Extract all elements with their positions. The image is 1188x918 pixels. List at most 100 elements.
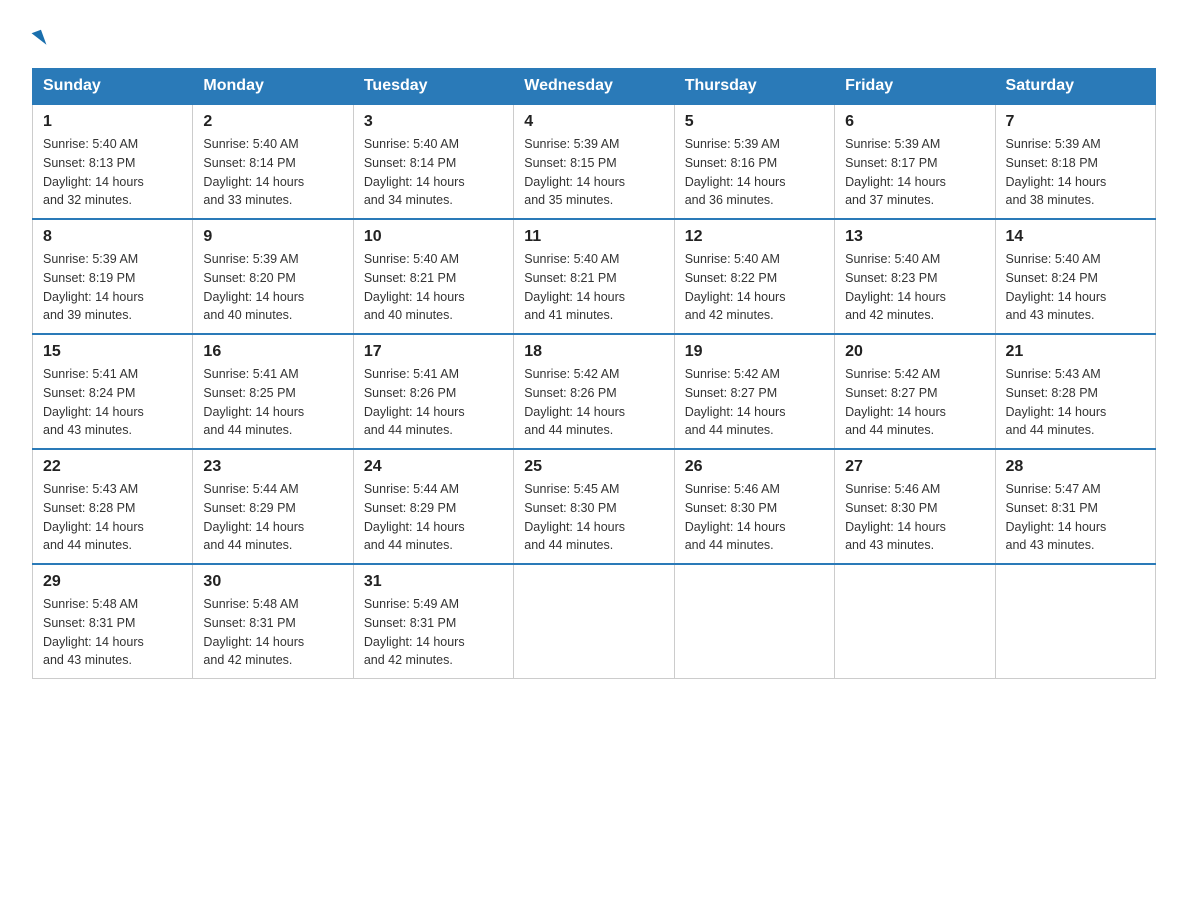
col-header-saturday: Saturday [995,69,1155,105]
calendar-cell: 17 Sunrise: 5:41 AM Sunset: 8:26 PM Dayl… [353,334,513,449]
calendar-cell [995,564,1155,679]
day-info: Sunrise: 5:39 AM Sunset: 8:15 PM Dayligh… [524,135,663,210]
day-number: 25 [524,458,663,476]
calendar-cell: 14 Sunrise: 5:40 AM Sunset: 8:24 PM Dayl… [995,219,1155,334]
calendar-cell: 9 Sunrise: 5:39 AM Sunset: 8:20 PM Dayli… [193,219,353,334]
day-info: Sunrise: 5:49 AM Sunset: 8:31 PM Dayligh… [364,595,503,670]
day-number: 22 [43,458,182,476]
calendar-cell: 5 Sunrise: 5:39 AM Sunset: 8:16 PM Dayli… [674,104,834,219]
calendar-cell: 15 Sunrise: 5:41 AM Sunset: 8:24 PM Dayl… [33,334,193,449]
calendar-cell: 23 Sunrise: 5:44 AM Sunset: 8:29 PM Dayl… [193,449,353,564]
day-info: Sunrise: 5:40 AM Sunset: 8:21 PM Dayligh… [524,250,663,325]
calendar-cell: 25 Sunrise: 5:45 AM Sunset: 8:30 PM Dayl… [514,449,674,564]
day-number: 18 [524,343,663,361]
day-number: 26 [685,458,824,476]
day-info: Sunrise: 5:42 AM Sunset: 8:27 PM Dayligh… [845,365,984,440]
calendar-table: SundayMondayTuesdayWednesdayThursdayFrid… [32,68,1156,679]
logo [32,24,44,52]
day-info: Sunrise: 5:44 AM Sunset: 8:29 PM Dayligh… [203,480,342,555]
col-header-sunday: Sunday [33,69,193,105]
week-row-1: 1 Sunrise: 5:40 AM Sunset: 8:13 PM Dayli… [33,104,1156,219]
day-info: Sunrise: 5:48 AM Sunset: 8:31 PM Dayligh… [203,595,342,670]
day-info: Sunrise: 5:41 AM Sunset: 8:25 PM Dayligh… [203,365,342,440]
calendar-cell: 18 Sunrise: 5:42 AM Sunset: 8:26 PM Dayl… [514,334,674,449]
col-header-friday: Friday [835,69,995,105]
day-number: 9 [203,228,342,246]
day-info: Sunrise: 5:39 AM Sunset: 8:17 PM Dayligh… [845,135,984,210]
day-info: Sunrise: 5:40 AM Sunset: 8:22 PM Dayligh… [685,250,824,325]
day-number: 7 [1006,113,1145,131]
week-row-4: 22 Sunrise: 5:43 AM Sunset: 8:28 PM Dayl… [33,449,1156,564]
logo-top-line [32,24,44,52]
day-info: Sunrise: 5:41 AM Sunset: 8:26 PM Dayligh… [364,365,503,440]
calendar-cell: 10 Sunrise: 5:40 AM Sunset: 8:21 PM Dayl… [353,219,513,334]
calendar-cell: 4 Sunrise: 5:39 AM Sunset: 8:15 PM Dayli… [514,104,674,219]
day-info: Sunrise: 5:47 AM Sunset: 8:31 PM Dayligh… [1006,480,1145,555]
day-number: 23 [203,458,342,476]
day-info: Sunrise: 5:45 AM Sunset: 8:30 PM Dayligh… [524,480,663,555]
day-info: Sunrise: 5:39 AM Sunset: 8:16 PM Dayligh… [685,135,824,210]
calendar-cell: 6 Sunrise: 5:39 AM Sunset: 8:17 PM Dayli… [835,104,995,219]
day-info: Sunrise: 5:39 AM Sunset: 8:18 PM Dayligh… [1006,135,1145,210]
day-info: Sunrise: 5:40 AM Sunset: 8:24 PM Dayligh… [1006,250,1145,325]
week-row-2: 8 Sunrise: 5:39 AM Sunset: 8:19 PM Dayli… [33,219,1156,334]
calendar-cell: 19 Sunrise: 5:42 AM Sunset: 8:27 PM Dayl… [674,334,834,449]
day-number: 3 [364,113,503,131]
day-number: 28 [1006,458,1145,476]
day-number: 20 [845,343,984,361]
day-info: Sunrise: 5:39 AM Sunset: 8:20 PM Dayligh… [203,250,342,325]
week-row-5: 29 Sunrise: 5:48 AM Sunset: 8:31 PM Dayl… [33,564,1156,679]
day-number: 27 [845,458,984,476]
col-header-wednesday: Wednesday [514,69,674,105]
calendar-cell: 13 Sunrise: 5:40 AM Sunset: 8:23 PM Dayl… [835,219,995,334]
day-info: Sunrise: 5:43 AM Sunset: 8:28 PM Dayligh… [1006,365,1145,440]
day-info: Sunrise: 5:39 AM Sunset: 8:19 PM Dayligh… [43,250,182,325]
calendar-cell: 28 Sunrise: 5:47 AM Sunset: 8:31 PM Dayl… [995,449,1155,564]
day-info: Sunrise: 5:42 AM Sunset: 8:27 PM Dayligh… [685,365,824,440]
day-number: 16 [203,343,342,361]
calendar-cell: 8 Sunrise: 5:39 AM Sunset: 8:19 PM Dayli… [33,219,193,334]
calendar-cell: 7 Sunrise: 5:39 AM Sunset: 8:18 PM Dayli… [995,104,1155,219]
week-row-3: 15 Sunrise: 5:41 AM Sunset: 8:24 PM Dayl… [33,334,1156,449]
day-number: 19 [685,343,824,361]
calendar-cell: 22 Sunrise: 5:43 AM Sunset: 8:28 PM Dayl… [33,449,193,564]
calendar-cell: 12 Sunrise: 5:40 AM Sunset: 8:22 PM Dayl… [674,219,834,334]
day-number: 5 [685,113,824,131]
day-number: 30 [203,573,342,591]
calendar-cell: 3 Sunrise: 5:40 AM Sunset: 8:14 PM Dayli… [353,104,513,219]
calendar-cell: 30 Sunrise: 5:48 AM Sunset: 8:31 PM Dayl… [193,564,353,679]
day-number: 13 [845,228,984,246]
logo-triangle-icon [32,30,47,48]
day-info: Sunrise: 5:40 AM Sunset: 8:21 PM Dayligh… [364,250,503,325]
col-header-tuesday: Tuesday [353,69,513,105]
day-number: 4 [524,113,663,131]
day-info: Sunrise: 5:46 AM Sunset: 8:30 PM Dayligh… [845,480,984,555]
calendar-cell [835,564,995,679]
day-number: 15 [43,343,182,361]
day-info: Sunrise: 5:41 AM Sunset: 8:24 PM Dayligh… [43,365,182,440]
calendar-cell: 2 Sunrise: 5:40 AM Sunset: 8:14 PM Dayli… [193,104,353,219]
day-number: 11 [524,228,663,246]
day-number: 17 [364,343,503,361]
calendar-cell: 27 Sunrise: 5:46 AM Sunset: 8:30 PM Dayl… [835,449,995,564]
day-number: 21 [1006,343,1145,361]
calendar-cell: 29 Sunrise: 5:48 AM Sunset: 8:31 PM Dayl… [33,564,193,679]
day-number: 1 [43,113,182,131]
header-row: SundayMondayTuesdayWednesdayThursdayFrid… [33,69,1156,105]
day-number: 31 [364,573,503,591]
day-info: Sunrise: 5:40 AM Sunset: 8:14 PM Dayligh… [203,135,342,210]
col-header-thursday: Thursday [674,69,834,105]
page-header [32,24,1156,52]
calendar-cell: 24 Sunrise: 5:44 AM Sunset: 8:29 PM Dayl… [353,449,513,564]
col-header-monday: Monday [193,69,353,105]
day-number: 24 [364,458,503,476]
calendar-cell: 16 Sunrise: 5:41 AM Sunset: 8:25 PM Dayl… [193,334,353,449]
day-number: 6 [845,113,984,131]
calendar-cell: 26 Sunrise: 5:46 AM Sunset: 8:30 PM Dayl… [674,449,834,564]
day-info: Sunrise: 5:40 AM Sunset: 8:14 PM Dayligh… [364,135,503,210]
calendar-cell [674,564,834,679]
day-info: Sunrise: 5:42 AM Sunset: 8:26 PM Dayligh… [524,365,663,440]
calendar-cell: 1 Sunrise: 5:40 AM Sunset: 8:13 PM Dayli… [33,104,193,219]
calendar-cell: 21 Sunrise: 5:43 AM Sunset: 8:28 PM Dayl… [995,334,1155,449]
day-info: Sunrise: 5:46 AM Sunset: 8:30 PM Dayligh… [685,480,824,555]
